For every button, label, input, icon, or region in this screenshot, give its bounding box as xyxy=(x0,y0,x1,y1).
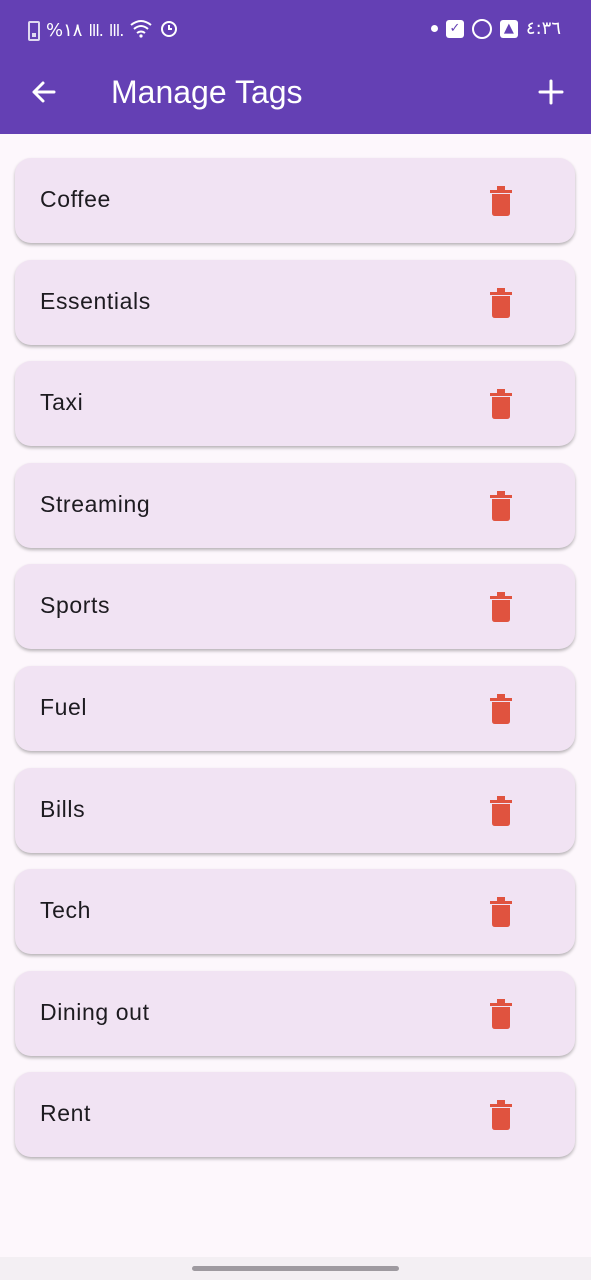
status-bar: %١٨ lll. lll. ✓ ▲ ٤:٣٦ xyxy=(0,0,591,60)
tag-card[interactable]: Bills xyxy=(15,767,575,853)
signal-icon: lll. xyxy=(88,21,103,40)
tag-card[interactable]: Rent xyxy=(15,1072,575,1158)
tag-label: Tech xyxy=(40,897,91,924)
whatsapp-icon xyxy=(471,18,492,39)
plus-icon[interactable] xyxy=(535,76,567,108)
trash-icon[interactable] xyxy=(489,897,513,928)
trash-icon[interactable] xyxy=(489,186,513,216)
tag-label: Taxi xyxy=(40,389,84,416)
tag-card[interactable]: Dining out xyxy=(15,970,575,1056)
image-notification-icon: ▲ xyxy=(499,19,518,38)
tag-card[interactable]: Fuel xyxy=(15,665,575,751)
tag-label: Essentials xyxy=(40,287,151,314)
tag-label: Rent xyxy=(40,1100,91,1127)
tag-card[interactable]: Tech xyxy=(15,869,575,955)
tag-label: Streaming xyxy=(40,490,151,517)
top-bar: %١٨ lll. lll. ✓ ▲ ٤:٣٦ Manage Tags xyxy=(0,0,591,134)
arrow-left-icon[interactable] xyxy=(28,76,60,108)
battery-percent: %١٨ xyxy=(46,20,83,41)
tag-card[interactable]: Taxi xyxy=(15,361,575,447)
tag-card[interactable]: Sports xyxy=(15,564,575,650)
trash-icon[interactable] xyxy=(489,389,513,420)
tag-label: Bills xyxy=(40,795,86,822)
status-left: %١٨ lll. lll. xyxy=(28,18,179,43)
battery-icon xyxy=(28,20,40,41)
status-time: ٤:٣٦ xyxy=(525,18,561,39)
wifi-icon xyxy=(129,18,153,43)
notification-dot-icon xyxy=(430,25,438,32)
app-bar: Manage Tags xyxy=(0,60,591,134)
trash-icon[interactable] xyxy=(489,693,513,724)
trash-icon[interactable] xyxy=(489,1100,513,1131)
tag-card[interactable]: Coffee xyxy=(15,158,575,243)
signal-icon-2: lll. xyxy=(108,21,124,40)
tag-list: Coffee Essentials Taxi Streaming Sports … xyxy=(15,158,575,1174)
tag-label: Sports xyxy=(40,592,111,619)
checkbox-notification-icon: ✓ xyxy=(445,19,464,38)
tag-label: Coffee xyxy=(40,186,111,212)
trash-icon[interactable] xyxy=(489,592,513,623)
tag-label: Dining out xyxy=(40,998,150,1025)
alarm-icon xyxy=(159,18,179,43)
home-handle[interactable] xyxy=(192,1266,399,1271)
tag-card[interactable]: Streaming xyxy=(15,462,575,548)
system-nav-bar xyxy=(0,1257,591,1280)
trash-icon[interactable] xyxy=(489,287,513,318)
tag-card[interactable]: Essentials xyxy=(15,259,575,345)
trash-icon[interactable] xyxy=(489,795,513,826)
trash-icon[interactable] xyxy=(489,490,513,521)
page-title: Manage Tags xyxy=(111,74,303,110)
trash-icon[interactable] xyxy=(489,998,513,1029)
tag-label: Fuel xyxy=(40,693,88,720)
status-right: ✓ ▲ ٤:٣٦ xyxy=(430,18,561,39)
